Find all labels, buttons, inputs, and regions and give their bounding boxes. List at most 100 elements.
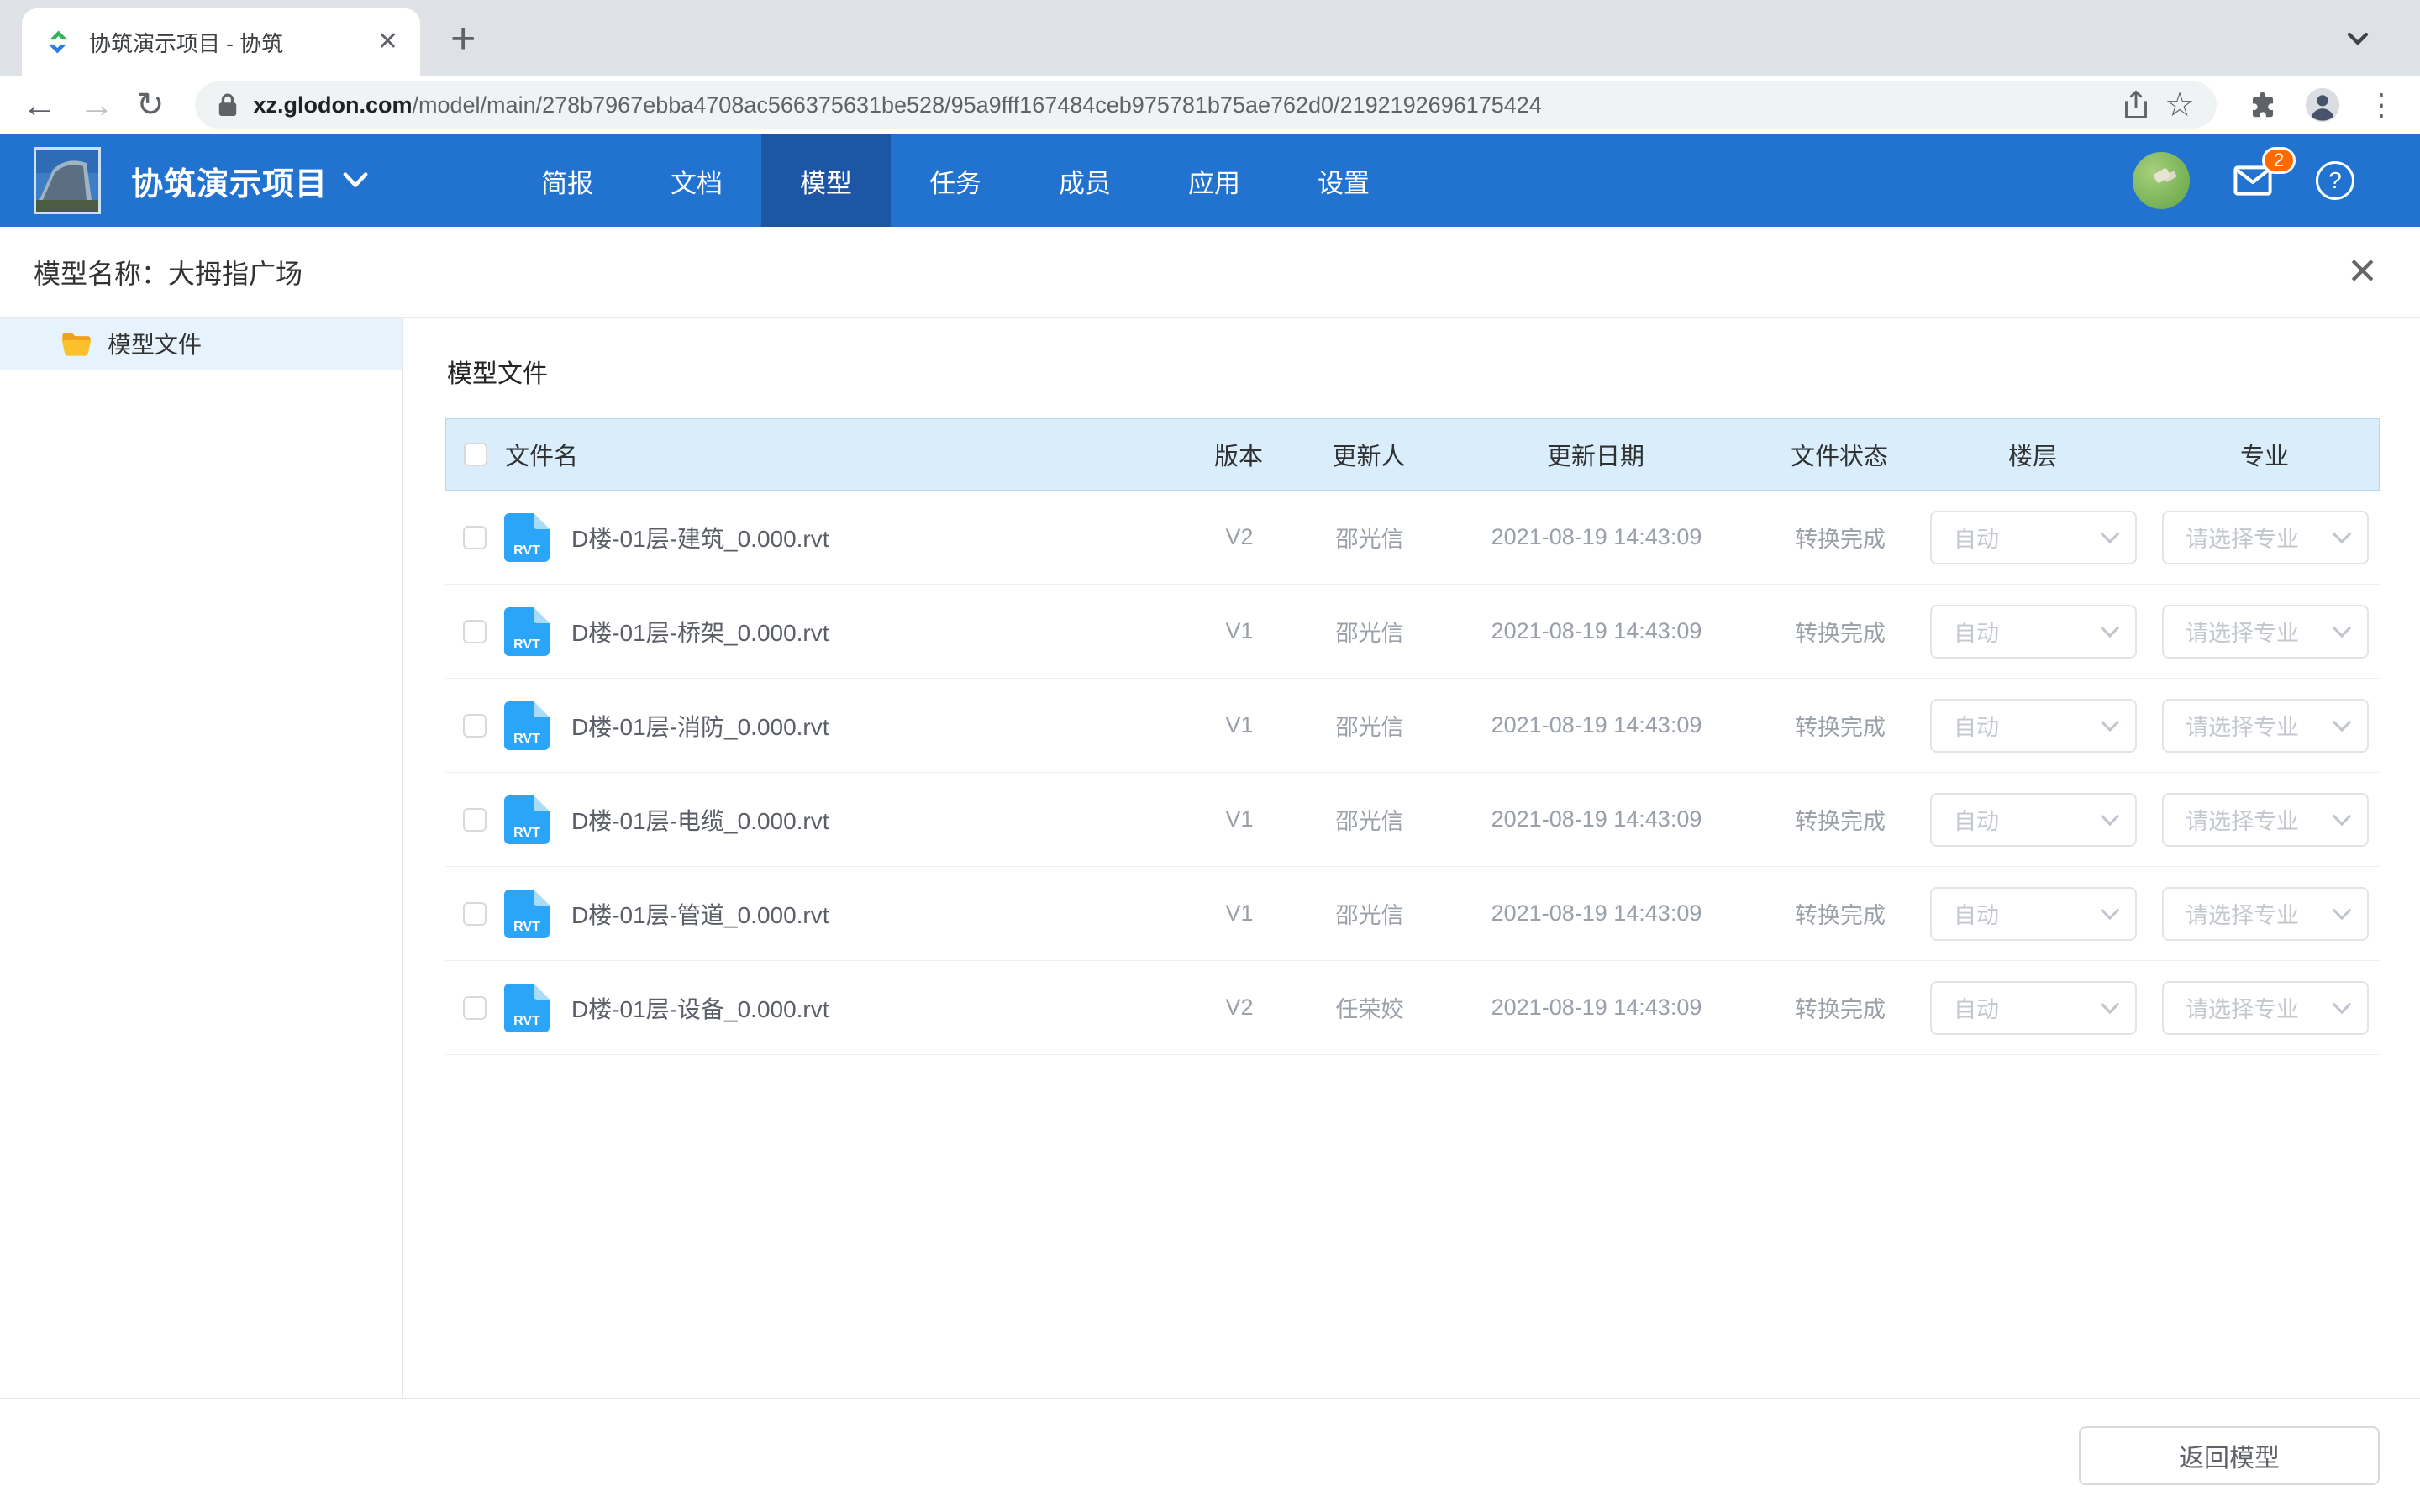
major-select[interactable]: 请选择专业 <box>2162 981 2369 1035</box>
file-updater: 邵光信 <box>1311 709 1428 742</box>
chevron-down-icon <box>2333 712 2352 732</box>
file-name[interactable]: D楼-01层-电缆_0.000.rvt <box>571 803 829 837</box>
message-count-badge: 2 <box>2262 147 2296 174</box>
floor-select[interactable]: 自动 <box>1930 511 2137 564</box>
model-name-value: 大拇指广场 <box>168 253 302 291</box>
file-name[interactable]: D楼-01层-建筑_0.000.rvt <box>571 521 829 554</box>
chevron-down-icon <box>2101 806 2120 826</box>
share-icon[interactable] <box>2123 90 2149 120</box>
rvt-file-icon: RVT <box>504 795 550 844</box>
table-row: RVT D楼-01层-桥架_0.000.rvt V1 邵光信 2021-08-1… <box>445 585 2380 679</box>
table-row: RVT D楼-01层-建筑_0.000.rvt V2 邵光信 2021-08-1… <box>445 491 2380 585</box>
app-header: 协筑演示项目 简报 文档 模型 任务 成员 应用 设置 2 ? <box>0 134 2420 227</box>
url-text: xz.glodon.com/model/main/278b7967ebba470… <box>254 92 2108 118</box>
browser-tab-strip: 协筑演示项目 - 协筑 ✕ + <box>0 0 2420 76</box>
sidebar-item-model-files[interactable]: 模型文件 <box>0 318 402 370</box>
row-checkbox[interactable] <box>463 808 487 832</box>
major-select[interactable]: 请选择专业 <box>2162 699 2369 753</box>
row-checkbox[interactable] <box>463 996 487 1020</box>
file-status: 转换完成 <box>1765 897 1916 930</box>
browser-tab[interactable]: 协筑演示项目 - 协筑 ✕ <box>22 8 420 76</box>
file-update-date: 2021-08-19 14:43:09 <box>1428 712 1765 738</box>
floor-select[interactable]: 自动 <box>1930 981 2137 1035</box>
floor-select[interactable]: 自动 <box>1930 605 2137 659</box>
table-body: RVT D楼-01层-建筑_0.000.rvt V2 邵光信 2021-08-1… <box>445 491 2380 1055</box>
nav-item-apps[interactable]: 应用 <box>1150 134 1279 227</box>
chevron-down-icon <box>2101 618 2120 638</box>
file-updater: 任荣姣 <box>1311 991 1428 1024</box>
close-panel-icon[interactable]: ✕ <box>2347 254 2378 291</box>
project-title[interactable]: 协筑演示项目 <box>131 158 368 204</box>
file-name[interactable]: D楼-01层-设备_0.000.rvt <box>571 991 829 1025</box>
forward-button[interactable]: → <box>79 87 114 123</box>
file-name[interactable]: D楼-01层-管道_0.000.rvt <box>571 897 829 931</box>
floor-select-value: 自动 <box>1954 991 1999 1024</box>
col-header-date: 更新日期 <box>1428 437 1764 472</box>
project-switch-chevron-icon <box>343 171 368 190</box>
floor-select[interactable]: 自动 <box>1930 887 2137 941</box>
help-button[interactable]: ? <box>2316 161 2354 200</box>
nav-item-models[interactable]: 模型 <box>761 134 891 227</box>
address-bar[interactable]: xz.glodon.com/model/main/278b7967ebba470… <box>195 81 2217 129</box>
file-status: 转换完成 <box>1765 709 1916 742</box>
bookmark-star-icon[interactable]: ☆ <box>2165 88 2195 122</box>
major-select-value: 请选择专业 <box>2186 615 2299 648</box>
nav-item-documents[interactable]: 文档 <box>632 134 761 227</box>
file-version: V2 <box>1168 995 1311 1021</box>
major-select[interactable]: 请选择专业 <box>2162 511 2369 564</box>
file-updater: 邵光信 <box>1311 897 1428 930</box>
messages-button[interactable]: 2 <box>2233 165 2272 196</box>
select-all-checkbox[interactable] <box>464 443 487 466</box>
site-favicon-icon <box>44 28 72 56</box>
nav-item-tasks[interactable]: 任务 <box>891 134 1020 227</box>
new-tab-button[interactable]: + <box>450 17 476 60</box>
row-checkbox[interactable] <box>463 902 487 926</box>
file-update-date: 2021-08-19 14:43:09 <box>1428 900 1765 927</box>
nav-item-briefing[interactable]: 简报 <box>502 134 632 227</box>
sidebar: 模型文件 <box>0 318 403 1398</box>
rvt-file-icon: RVT <box>504 513 550 562</box>
floor-select[interactable]: 自动 <box>1930 699 2137 753</box>
rvt-file-icon: RVT <box>504 984 550 1032</box>
nav-item-settings[interactable]: 设置 <box>1279 134 1408 227</box>
file-version: V1 <box>1168 900 1311 927</box>
file-name[interactable]: D楼-01层-消防_0.000.rvt <box>571 709 829 743</box>
col-header-version: 版本 <box>1167 437 1310 472</box>
svg-text:RVT: RVT <box>513 1014 540 1028</box>
chevron-down-icon <box>2333 900 2352 920</box>
main-pane: 模型文件 文件名 版本 更新人 更新日期 文件状态 楼层 专业 RVT D楼-0… <box>403 318 2420 1398</box>
row-checkbox[interactable] <box>463 714 487 738</box>
browser-profile-avatar[interactable] <box>2304 87 2341 123</box>
browser-toolbar: ← → ↻ xz.glodon.com/model/main/278b7967e… <box>0 76 2420 134</box>
rvt-file-icon: RVT <box>504 607 550 656</box>
back-button[interactable]: ← <box>22 87 57 123</box>
table-header: 文件名 版本 更新人 更新日期 文件状态 楼层 专业 <box>445 418 2380 491</box>
content-body: 模型文件 模型文件 文件名 版本 更新人 更新日期 文件状态 楼层 专业 RVT <box>0 318 2420 1398</box>
nav-item-members[interactable]: 成员 <box>1020 134 1150 227</box>
section-title: 模型文件 <box>447 353 2380 390</box>
tab-search-chevron-icon[interactable] <box>2341 22 2375 55</box>
back-to-model-button[interactable]: 返回模型 <box>2079 1426 2380 1485</box>
rvt-file-icon: RVT <box>504 701 550 750</box>
major-select[interactable]: 请选择专业 <box>2162 793 2369 847</box>
major-select[interactable]: 请选择专业 <box>2162 605 2369 659</box>
chevron-down-icon <box>2333 806 2352 826</box>
floor-select[interactable]: 自动 <box>1930 793 2137 847</box>
file-name[interactable]: D楼-01层-桥架_0.000.rvt <box>571 615 829 648</box>
major-select[interactable]: 请选择专业 <box>2162 887 2369 941</box>
chevron-down-icon <box>2333 524 2352 543</box>
row-checkbox[interactable] <box>463 526 487 549</box>
table-row: RVT D楼-01层-消防_0.000.rvt V1 邵光信 2021-08-1… <box>445 679 2380 773</box>
tab-close-icon[interactable]: ✕ <box>377 29 398 55</box>
file-update-date: 2021-08-19 14:43:09 <box>1428 806 1765 832</box>
user-avatar[interactable] <box>2133 152 2190 209</box>
floor-select-value: 自动 <box>1954 615 1999 648</box>
browser-menu-icon[interactable]: ⋮ <box>2366 87 2398 123</box>
url-domain: xz.glodon.com <box>254 92 413 118</box>
reload-button[interactable]: ↻ <box>136 88 165 122</box>
chevron-down-icon <box>2333 618 2352 638</box>
file-status: 转换完成 <box>1765 803 1916 836</box>
row-checkbox[interactable] <box>463 620 487 643</box>
chevron-down-icon <box>2101 900 2120 920</box>
extensions-puzzle-icon[interactable] <box>2247 89 2279 121</box>
